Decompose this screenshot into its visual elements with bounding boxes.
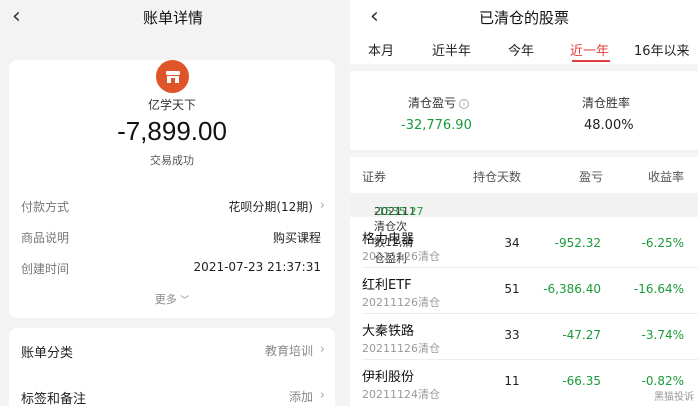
transaction-status: 交易成功 [150,154,194,167]
more-button[interactable]: 更多 ﹀ [9,291,335,307]
active-tab-indicator [572,60,610,62]
chevron-right-icon: › [319,342,325,357]
column-header[interactable]: 盈亏 [579,168,603,185]
table-row[interactable]: 大秦铁路 20211126清仓 33 -47.27 -3.74% [350,314,698,358]
detail-label: 创建时间 [21,262,70,276]
bill-settings-card: 账单分类 教育培训 › 标签和备注 添加 › [9,328,335,406]
section-separator [350,64,698,71]
detail-value: 花呗分期(12期) [228,200,313,214]
stock-pnl: -952.32 [554,236,601,250]
stock-pnl: -66.35 [562,374,601,388]
detail-value: 购买课程 [272,231,321,245]
info-icon[interactable]: i [459,98,470,109]
tags-notes-row[interactable]: 标签和备注 添加 › [9,388,335,406]
bill-detail-panel: ‹ 账单详情 亿学天下 -7,899.00 交易成功 付款方式 花呗分期(12期… [0,0,346,406]
return-rate: -3.74% [641,328,684,342]
page-title: 账单详情 [142,9,203,27]
chevron-right-icon: › [319,388,325,403]
stock-pnl: -6,386.40 [543,282,601,296]
clear-date: 20211124清仓 [362,388,440,401]
holding-days: 33 [504,328,520,342]
clear-date: 20211126清仓 [362,342,440,355]
return-rate: -0.82% [641,374,684,388]
stock-pnl: -47.27 [562,328,601,342]
table-row[interactable]: 红利ETF 20211126清仓 51 -6,386.40 -16.64% [350,268,698,312]
column-header[interactable]: 持仓天数 [473,168,521,185]
clear-date: 20211126清仓 [362,250,440,263]
stock-name: 红利ETF [362,278,412,293]
return-rate: -6.25% [641,236,684,250]
tab-since-2016[interactable]: 16年以来 [634,40,690,59]
clear-date: 20211126清仓 [362,296,440,309]
chevron-down-icon: ﹀ [180,296,190,306]
chevron-right-icon: › [319,198,325,213]
detail-label: 付款方式 [21,200,70,214]
stock-name: 格力电器 [362,232,415,247]
section-separator [350,150,698,157]
detail-label: 商品说明 [21,231,70,245]
payment-method-row[interactable]: 付款方式 花呗分期(12期) › [9,198,335,220]
pnl-label[interactable]: 清仓盈亏 i [408,94,470,111]
win-rate-label: 清仓胜率 [582,96,631,110]
table-row[interactable]: 格力电器 20211126清仓 34 -952.32 -6.25% [350,222,698,266]
tab-past-year[interactable]: 近一年 [570,40,609,59]
holding-days: 11 [504,374,520,388]
group-profit: -1535.27 [374,205,424,218]
pnl-value: -32,776.90 [401,118,472,133]
table-row[interactable]: 伊利股份 20211124清仓 11 -66.35 -0.82% [350,360,698,404]
period-tabs: 本月 近半年 今年 近一年 16年以来 [350,38,698,64]
stock-name: 大秦铁路 [362,324,415,339]
tags-value: 添加 [288,390,313,404]
more-label: 更多 [154,293,177,306]
cleared-stocks-header: ‹ 已清仓的股票 [350,0,698,34]
win-rate-value: 48.00% [584,118,634,133]
pnl-label-text: 清仓盈亏 [408,96,457,110]
transaction-card: 亿学天下 -7,899.00 交易成功 付款方式 花呗分期(12期) › 商品说… [9,60,335,318]
holding-days: 34 [504,236,520,250]
tab-this-month[interactable]: 本月 [368,40,394,59]
cleared-stocks-panel: ‹ 已清仓的股票 本月 近半年 今年 近一年 16年以来 清仓盈亏 i -32,7… [350,0,698,406]
tab-this-year[interactable]: 今年 [508,40,534,59]
watermark-logo: 黑猫投诉 [654,392,694,403]
category-value: 教育培训 [264,344,313,358]
tab-half-year[interactable]: 近半年 [432,40,471,59]
return-rate: -16.64% [633,282,684,296]
month-group-header: 202111清仓次数12,清仓盈利 -1535.27 [350,193,698,265]
detail-value: 2021-07-23 21:37:31 [193,260,321,274]
shop-icon [156,60,189,93]
column-header[interactable]: 收益率 [648,168,684,185]
category-label: 账单分类 [21,346,74,361]
stock-name: 伊利股份 [362,370,415,385]
product-desc-row: 商品说明 购买课程 [9,229,335,251]
transaction-amount: -7,899.00 [117,116,227,146]
bill-detail-header: ‹ 账单详情 [0,0,346,34]
bill-category-row[interactable]: 账单分类 教育培训 › [9,342,335,364]
page-title: 已清仓的股票 [478,9,569,27]
tags-label: 标签和备注 [21,392,87,406]
holding-days: 51 [504,282,520,296]
merchant-name: 亿学天下 [147,98,196,112]
column-header: 证券 [362,170,387,184]
created-time-row: 创建时间 2021-07-23 21:37:31 [9,260,335,282]
table-header: 证券 持仓天数 盈亏 收益率 [350,160,698,190]
